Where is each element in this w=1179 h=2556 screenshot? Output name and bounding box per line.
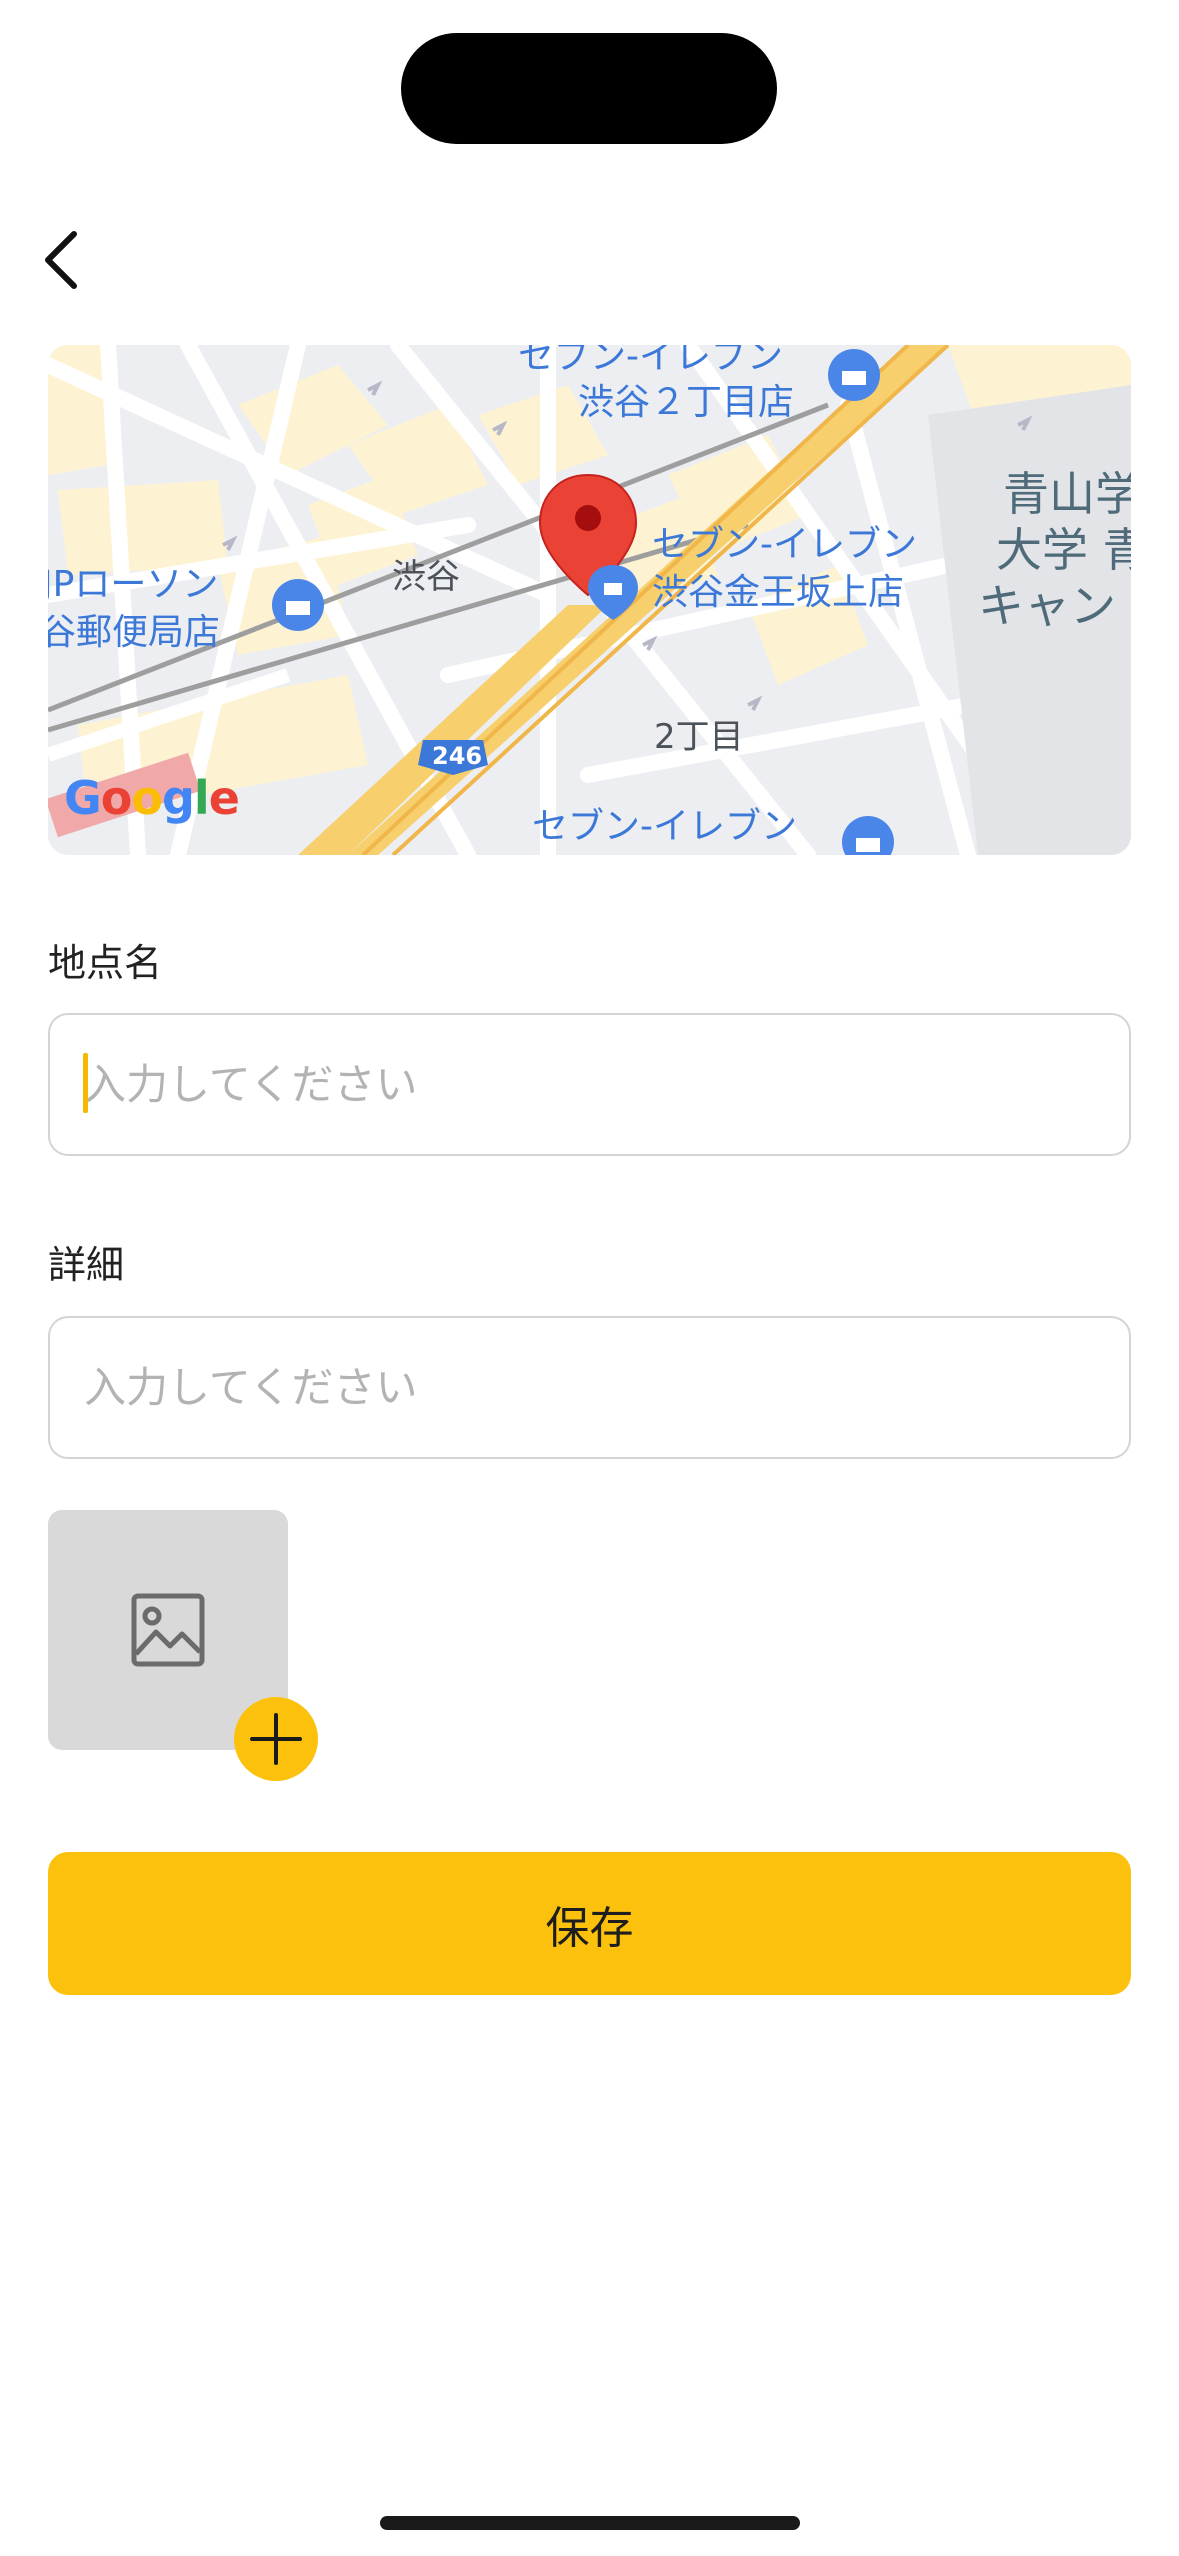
back-button[interactable]: [34, 218, 98, 302]
dynamic-island: [401, 33, 777, 144]
add-photo-button[interactable]: [234, 1697, 318, 1781]
chevron-left-icon: [45, 231, 77, 289]
map-label-seven-1: セブン-イレブン: [518, 345, 783, 377]
text-caret: [83, 1053, 88, 1113]
map-label-seven-2: セブン-イレブン: [652, 524, 917, 565]
place-name-label: 地点名: [48, 941, 163, 985]
map-label-aoyama-3: キャン: [978, 579, 1116, 633]
save-button[interactable]: 保存: [48, 1852, 1131, 1995]
map-label-aoyama-2: 大学 青: [996, 523, 1131, 577]
map-label-seven-2-sub: 渋谷金王坂上店: [652, 572, 905, 613]
detail-input[interactable]: [48, 1316, 1131, 1459]
map-label-jp-lawson: JPローソン: [48, 564, 219, 605]
map-label-seven-3: セブン-イレブン: [532, 806, 797, 847]
map-label-jp-lawson-sub: 谷郵便局店: [48, 612, 221, 653]
map-label-aoyama-1: 青山学: [1003, 467, 1131, 521]
map-label-chome: 2丁目: [654, 717, 744, 757]
map-route-shield: 246: [432, 742, 483, 770]
image-icon: [131, 1593, 205, 1667]
detail-label: 詳細: [48, 1243, 125, 1287]
map-label-shibuya: 渋谷: [392, 557, 460, 597]
home-indicator: [380, 2516, 800, 2530]
google-logo: Google: [64, 771, 240, 825]
map-view[interactable]: セブン-イレブン 渋谷２丁目店 JPローソン 谷郵便局店 渋谷 セブン-イレブン…: [48, 345, 1131, 855]
plus-icon: [250, 1713, 302, 1765]
map-label-seven-1-sub: 渋谷２丁目店: [578, 382, 795, 423]
place-name-input[interactable]: [48, 1013, 1131, 1156]
